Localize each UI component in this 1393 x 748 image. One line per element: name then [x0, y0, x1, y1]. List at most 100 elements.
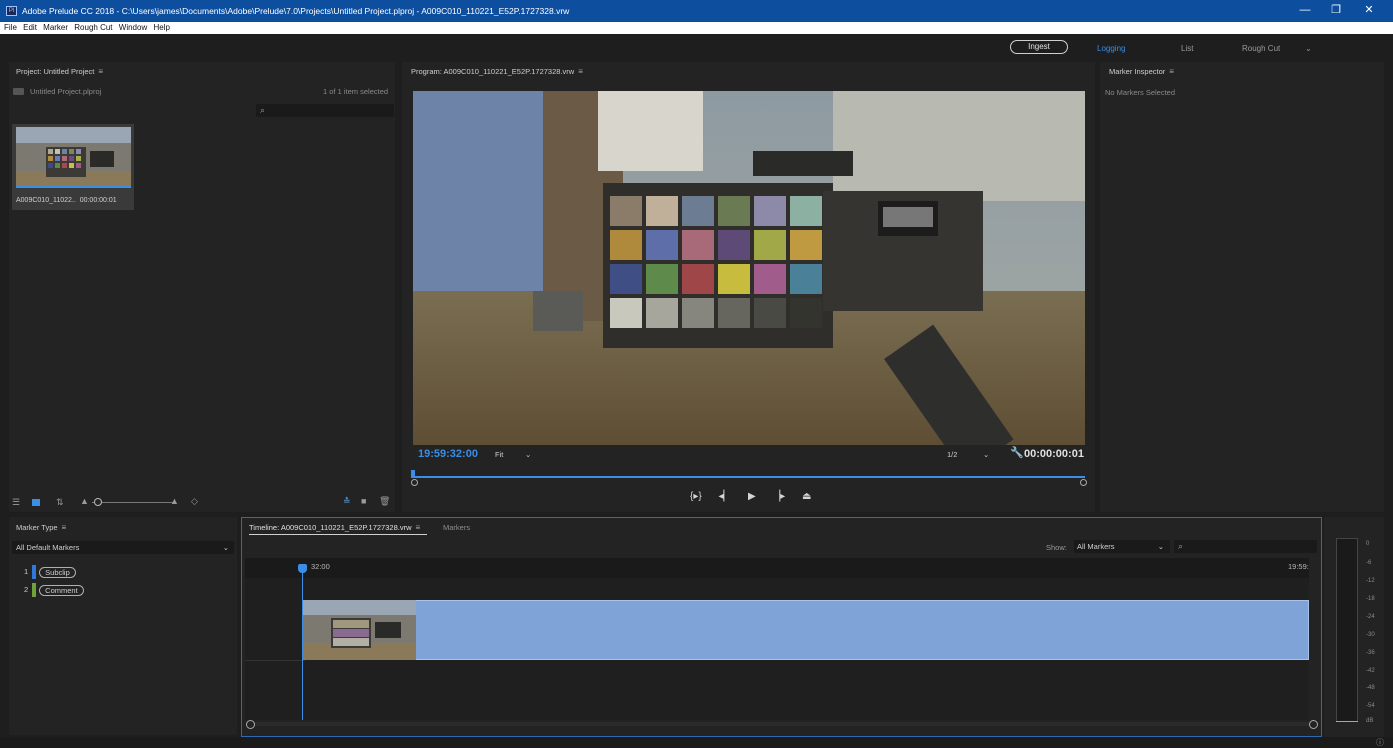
track-divider	[245, 660, 305, 661]
menu-marker[interactable]: Marker	[43, 23, 68, 32]
export-frame-icon[interactable]: ⏏	[802, 491, 811, 502]
project-file-icon	[13, 88, 24, 95]
chevron-down-icon: ⌄	[983, 450, 990, 459]
search-icon: ⌕	[260, 105, 266, 115]
step-back-icon[interactable]: ◂▏	[718, 491, 731, 502]
zoom-in-icon[interactable]: ▲	[170, 496, 179, 506]
minimize-button[interactable]: —	[1292, 0, 1318, 22]
marker-set-select[interactable]: All Default Markers ⌄	[12, 541, 234, 554]
zoom-out-icon[interactable]: ▲	[80, 496, 89, 506]
new-rough-cut-icon[interactable]: ≛	[343, 496, 351, 507]
db-label: dB	[1366, 718, 1374, 724]
ingest-button[interactable]: Ingest	[1010, 40, 1068, 54]
audio-level-meter	[1336, 538, 1358, 722]
settings-wrench-icon[interactable]: 🔧	[1010, 446, 1024, 459]
timeline-playhead-line	[302, 566, 303, 720]
db-label: -36	[1366, 650, 1375, 656]
marker-type-title-text: Marker Type	[16, 523, 58, 532]
panel-menu-icon[interactable]: ≡	[62, 523, 67, 532]
restore-button[interactable]: ❐	[1323, 0, 1349, 22]
show-markers-value: All Markers	[1077, 542, 1115, 551]
scrub-bar[interactable]	[413, 476, 1085, 478]
marker-color-swatch	[32, 583, 37, 597]
active-tab-underline	[249, 534, 427, 535]
db-label: -54	[1366, 703, 1375, 709]
clip-duration-text: 00:00:00:01	[79, 197, 117, 204]
db-label: -42	[1366, 668, 1375, 674]
timeline-search-input[interactable]: ⌕	[1174, 540, 1317, 553]
sort-icon[interactable]: ⇅	[56, 497, 64, 508]
program-video-frame[interactable]	[413, 91, 1085, 445]
marker-index: 1	[24, 566, 29, 576]
scroll-end-handle[interactable]	[1309, 720, 1318, 729]
info-icon[interactable]: ⓘ	[1376, 737, 1384, 748]
zoom-select-value: Fit	[495, 450, 504, 459]
timeline-clip[interactable]	[303, 600, 1309, 660]
transport-controls: {▸} ◂▏ ▶ ▕▸ ⏏	[690, 491, 825, 502]
db-label: -24	[1366, 614, 1375, 620]
workspace-tab-logging[interactable]: Logging	[1097, 44, 1125, 53]
audio-level-indicator	[1336, 721, 1358, 722]
current-timecode[interactable]: 19:59:32:00	[418, 448, 478, 460]
panel-menu-icon[interactable]: ≡	[98, 67, 103, 76]
workspace-tab-list[interactable]: List	[1181, 44, 1193, 53]
workspace-more-chevron-down-icon[interactable]: ⌄	[1305, 44, 1312, 53]
zoom-slider-handle[interactable]	[94, 498, 102, 506]
icon-view-icon[interactable]	[32, 499, 40, 506]
menu-edit[interactable]: Edit	[23, 23, 37, 32]
panel-menu-icon[interactable]: ≡	[578, 67, 583, 76]
project-filename: Untitled Project.plproj	[30, 87, 102, 96]
menu-file[interactable]: File	[4, 23, 17, 32]
list-view-icon[interactable]: ☰	[12, 497, 20, 508]
db-label: -30	[1366, 632, 1375, 638]
play-icon[interactable]: ▶	[748, 491, 756, 502]
freeform-icon[interactable]: ◇	[191, 496, 198, 507]
db-label: 0	[1366, 541, 1370, 547]
ruler-start-label: 32:00	[311, 562, 330, 571]
chevron-down-icon: ⌄	[1157, 542, 1164, 551]
time-ruler[interactable]	[245, 558, 1309, 578]
status-bar	[0, 737, 1393, 748]
scrub-playhead[interactable]	[411, 470, 415, 478]
new-folder-icon[interactable]: ■	[361, 496, 366, 506]
no-markers-text: No Markers Selected	[1105, 88, 1176, 97]
menu-help[interactable]: Help	[153, 23, 169, 32]
project-panel-title-text: Project: Untitled Project	[16, 67, 95, 76]
timeline-horizontal-scrollbar[interactable]	[248, 722, 1314, 726]
zoom-slider-track[interactable]	[92, 502, 174, 503]
marker-type-subclip[interactable]: 1 Subclip	[24, 565, 76, 579]
resolution-select-value: 1/2	[947, 450, 958, 459]
marker-inspector-title: Marker Inspector ≡	[1109, 67, 1174, 76]
step-forward-icon[interactable]: ▕▸	[772, 491, 785, 502]
db-label: -6	[1366, 560, 1372, 566]
scroll-start-handle[interactable]	[246, 720, 255, 729]
marker-type-label[interactable]: Comment	[39, 584, 84, 596]
zoom-select[interactable]: Fit ⌄	[495, 450, 537, 461]
db-label: -48	[1366, 685, 1375, 691]
project-panel-title: Project: Untitled Project ≡	[16, 67, 103, 76]
timeline-tab[interactable]: Timeline: A009C010_110221_E52P.1727328.v…	[249, 523, 420, 532]
markers-tab[interactable]: Markers	[443, 523, 470, 532]
menu-rough-cut[interactable]: Rough Cut	[74, 23, 112, 32]
marker-type-label[interactable]: Subclip	[39, 566, 76, 578]
project-search-input[interactable]: ⌕	[256, 104, 394, 117]
show-markers-select[interactable]: All Markers ⌄	[1074, 540, 1170, 553]
scrub-end-handle[interactable]	[1080, 479, 1087, 486]
selection-status: 1 of 1 item selected	[323, 87, 389, 96]
panel-menu-icon[interactable]: ≡	[1169, 67, 1174, 76]
program-panel-title-text: Program: A009C010_110221_E52P.1727328.vr…	[411, 67, 575, 76]
scrub-start-handle[interactable]	[411, 479, 418, 486]
timeline-playhead-handle[interactable]	[298, 564, 307, 573]
menu-window[interactable]: Window	[119, 23, 147, 32]
marker-type-title: Marker Type ≡	[16, 523, 66, 532]
prelude-app-icon: Pl	[6, 6, 17, 16]
delete-trash-icon[interactable]: 🗑	[379, 496, 390, 507]
mark-in-out-icon[interactable]: {▸}	[690, 491, 702, 502]
marker-type-comment[interactable]: 2 Comment	[24, 583, 84, 597]
resolution-select[interactable]: 1/2 ⌄	[947, 450, 994, 461]
close-button[interactable]: ✕	[1356, 0, 1382, 22]
marker-set-value: All Default Markers	[16, 543, 80, 552]
workspace-tab-rough-cut[interactable]: Rough Cut	[1242, 44, 1280, 53]
menu-bar: File Edit Marker Rough Cut Window Help	[0, 22, 1393, 34]
panel-menu-icon[interactable]: ≡	[415, 523, 420, 532]
